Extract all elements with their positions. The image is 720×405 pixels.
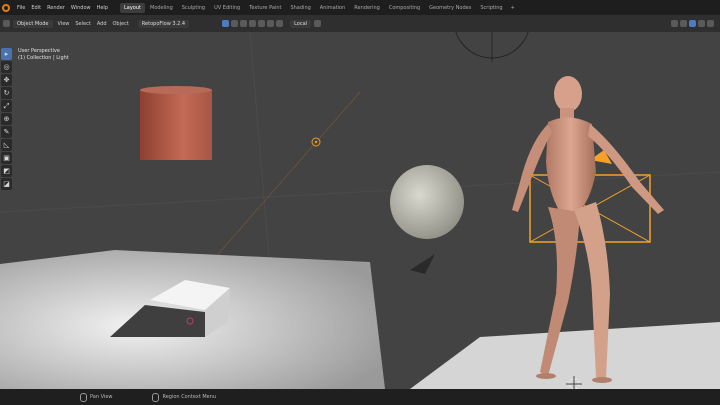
add-workspace-button[interactable]: + [507,5,519,11]
mouse-left-icon [80,392,87,402]
cylinder[interactable] [140,90,212,160]
viewport-scene [0,32,720,389]
viewport-shading-material-icon[interactable] [689,20,696,27]
blender-logo-icon[interactable] [2,3,10,12]
move-tool-icon[interactable]: ✥ [1,74,12,86]
measure-tool-icon[interactable]: ◺ [1,139,12,151]
viewport-shading-solid-icon[interactable] [680,20,687,27]
tab-texture-paint[interactable]: Texture Paint [245,3,285,13]
search-icon[interactable] [276,20,284,27]
sphere[interactable] [390,165,464,239]
cylinder-top [140,86,212,94]
menu-render[interactable]: Render [44,5,68,11]
status-bar: Pan View Region Context Menu [0,389,720,405]
tab-geometry-nodes[interactable]: Geometry Nodes [425,3,475,13]
pivot-icon[interactable] [240,20,248,27]
light-dot [314,140,318,144]
menu-object[interactable]: Object [110,21,132,27]
proportional-icon[interactable] [231,20,239,27]
menu-view[interactable]: View [55,21,73,27]
viewport-shading-wire-icon[interactable] [671,20,678,27]
tab-compositing[interactable]: Compositing [385,3,424,13]
scale-tool-icon[interactable]: ⤢ [1,100,12,112]
menu-help[interactable]: Help [94,5,111,11]
tab-uv-editing[interactable]: UV Editing [210,3,244,13]
retopoflow-button[interactable]: RetopoFlow 3.2.4 [137,19,190,28]
status-item: Region Context Menu [152,392,217,402]
editor-type-icon[interactable] [3,20,10,27]
xray-icon[interactable] [267,20,275,27]
top-bar: File Edit Render Window Help Layout Mode… [0,0,720,15]
tab-scripting[interactable]: Scripting [476,3,506,13]
view-name: User Perspective [18,48,60,54]
tab-modeling[interactable]: Modeling [146,3,177,13]
inset-tool-icon[interactable]: ◪ [1,178,12,190]
annotate-tool-icon[interactable]: ✎ [1,126,12,138]
viewport-header: Object Mode View Select Add Object Retop… [0,15,720,33]
tab-layout[interactable]: Layout [120,2,145,13]
select-box-tool-icon[interactable]: ▸ [1,48,12,60]
gizmo-icon[interactable] [258,20,266,27]
menu-add[interactable]: Add [94,21,110,27]
menu-file[interactable]: File [14,5,28,11]
status-label: Region Context Menu [162,394,217,400]
3d-viewport[interactable]: ▸ ◎ ✥ ↻ ⤢ ⊕ ✎ ◺ ▣ ◩ ◪ User Perspective (… [0,32,720,389]
tab-rendering[interactable]: Rendering [350,3,384,13]
tab-animation[interactable]: Animation [316,3,350,13]
extrude-tool-icon[interactable]: ◩ [1,165,12,177]
tool-shelf: ▸ ◎ ✥ ↻ ⤢ ⊕ ✎ ◺ ▣ ◩ ◪ [1,48,13,190]
menu-select[interactable]: Select [72,21,93,27]
filter-icon[interactable] [707,20,714,27]
menu-window[interactable]: Window [68,5,94,11]
status-label: Pan View [90,394,113,400]
snap-target-icon[interactable] [314,20,322,27]
status-item: Pan View [80,392,113,402]
rotate-tool-icon[interactable]: ↻ [1,87,12,99]
transform-tool-icon[interactable]: ⊕ [1,113,12,125]
overlay-icon[interactable] [249,20,257,27]
add-cube-tool-icon[interactable]: ▣ [1,152,12,164]
mode-select[interactable]: Object Mode [13,19,53,28]
grid-line [0,171,720,213]
tab-sculpting[interactable]: Sculpting [178,3,209,13]
mouse-right-icon [152,392,160,402]
tab-shading[interactable]: Shading [286,3,314,13]
collection-label: (1) Collection | Light [18,55,69,61]
viewport-shading-render-icon[interactable] [698,20,705,27]
cursor-tool-icon[interactable]: ◎ [1,61,12,73]
floor-plane-right[interactable] [410,322,720,389]
cone[interactable] [410,254,435,274]
snap-icon[interactable] [222,20,230,27]
transform-orientation-select[interactable]: Local [290,19,312,28]
menu-edit[interactable]: Edit [28,5,44,11]
